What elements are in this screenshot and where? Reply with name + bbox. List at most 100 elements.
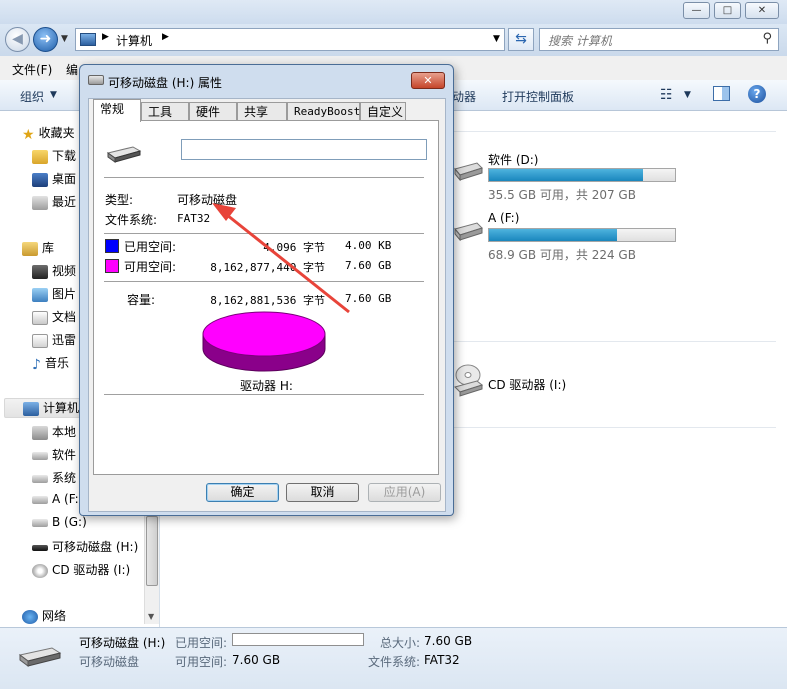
drive-f-item[interactable]: A (F:) 68.9 GB 可用，共 224 GB: [453, 211, 713, 262]
menu-edit[interactable]: 编: [66, 61, 78, 78]
drive-d-usage-bar: [488, 168, 676, 182]
separator: [104, 281, 424, 282]
drive-icon: [32, 451, 48, 460]
tab-sharing[interactable]: 共享: [237, 102, 287, 121]
nav-a-drive[interactable]: A (F:: [32, 492, 79, 512]
documents-icon: [32, 310, 48, 325]
capacity-size: 7.60 GB: [345, 292, 392, 305]
nav-pictures[interactable]: 图片: [32, 285, 76, 305]
nav-software-drive[interactable]: 软件: [32, 446, 76, 466]
minimize-button[interactable]: —: [683, 2, 710, 19]
nav-pictures-label: 图片: [52, 287, 77, 301]
nav-music-label: 音乐: [44, 356, 69, 370]
nav-xunlei[interactable]: 迅雷: [32, 331, 76, 351]
nav-removable-drive[interactable]: 可移动磁盘 (H:): [32, 538, 138, 558]
details-fs-value: FAT32: [424, 653, 460, 667]
organize-button[interactable]: 组织: [20, 88, 44, 105]
nav-network[interactable]: 网络: [22, 607, 66, 627]
tab-general[interactable]: 常规: [93, 99, 141, 122]
drives-button[interactable]: 动器: [452, 88, 476, 105]
nav-software-label: 软件: [52, 448, 77, 462]
close-button[interactable]: ✕: [745, 2, 779, 19]
free-space-bytes: 8,162,877,440 字节: [210, 261, 325, 274]
video-icon: [32, 264, 48, 279]
drive-icon: [32, 518, 48, 527]
used-space-swatch: [105, 239, 119, 253]
view-options-icon[interactable]: ☷: [660, 87, 673, 103]
nav-local-disk[interactable]: 本地: [32, 423, 76, 443]
history-dropdown-icon[interactable]: ▼: [61, 34, 68, 44]
nav-desktop[interactable]: 桌面: [32, 170, 76, 190]
drive-d-usage-fill: [489, 169, 644, 181]
tab-customize[interactable]: 自定义: [360, 102, 406, 121]
drive-d-item[interactable]: 软件 (D:) 35.5 GB 可用，共 207 GB: [453, 151, 713, 202]
nav-b-drive[interactable]: B (G:): [32, 515, 87, 535]
details-total-value: 7.60 GB: [424, 634, 473, 648]
removable-drive-icon: [106, 145, 142, 165]
address-dropdown-icon[interactable]: ▼: [493, 34, 500, 44]
downloads-folder-icon: [32, 149, 48, 164]
nav-scroll-thumb[interactable]: [146, 516, 158, 586]
ok-button[interactable]: 确定: [206, 483, 279, 502]
breadcrumb-chevron-icon[interactable]: ▶: [162, 32, 169, 42]
volume-label-input[interactable]: [181, 139, 427, 160]
drive-f-usage-fill: [489, 229, 618, 241]
apply-button[interactable]: 应用(A): [368, 483, 441, 502]
details-used-label: 已用空间:: [175, 636, 228, 650]
network-icon: [22, 609, 38, 624]
nav-libraries[interactable]: 库: [22, 239, 54, 259]
dialog-close-button[interactable]: ✕: [411, 72, 445, 89]
nav-cd-drive[interactable]: CD 驱动器 (I:): [32, 561, 130, 581]
nav-documents[interactable]: 文档: [32, 308, 76, 328]
hard-drive-icon: [453, 219, 483, 242]
cancel-button[interactable]: 取消: [286, 483, 359, 502]
tab-readyboost[interactable]: ReadyBoost: [287, 102, 360, 121]
nav-downloads[interactable]: 下载: [32, 147, 76, 167]
view-dropdown-icon[interactable]: ▼: [684, 90, 691, 100]
address-bar[interactable]: ▶ 计算机 ▶ ▼: [75, 28, 505, 51]
drive-d-free: 35.5 GB 可用，共 207 GB: [488, 188, 636, 202]
menu-file[interactable]: 文件(F): [12, 61, 52, 78]
nav-local-label: 本地: [52, 425, 77, 439]
drive-i-item[interactable]: CD 驱动器 (I:): [453, 364, 653, 407]
dialog-body: 常规 工具 硬件 共享 ReadyBoost 自定义 类型: 可移动磁盘 文件系…: [88, 98, 446, 512]
forward-button[interactable]: ➜: [33, 27, 58, 52]
filesystem-value: FAT32: [177, 212, 211, 225]
breadcrumb-separator-icon: ▶: [102, 32, 109, 42]
tab-tools[interactable]: 工具: [141, 102, 189, 121]
scroll-down-icon[interactable]: ▼: [148, 612, 154, 621]
cd-drive-icon: [32, 563, 48, 578]
search-icon: ⚲: [762, 31, 772, 46]
back-arrow-icon: ◀: [12, 31, 23, 47]
preview-pane-icon[interactable]: [713, 86, 730, 101]
nav-videos-label: 视频: [52, 264, 77, 278]
nav-favorites[interactable]: ★ 收藏夹: [22, 124, 75, 144]
pictures-icon: [32, 287, 48, 302]
computer-icon: [23, 401, 39, 416]
search-placeholder: 搜索 计算机: [548, 34, 612, 48]
help-icon[interactable]: ?: [748, 85, 766, 103]
refresh-button[interactable]: ⇆: [508, 28, 534, 51]
breadcrumb-computer[interactable]: 计算机: [116, 32, 152, 49]
nav-b-drive-label: B (G:): [52, 515, 87, 529]
details-total-label: 总大小:: [380, 636, 421, 650]
control-panel-button[interactable]: 打开控制面板: [502, 88, 574, 105]
capacity-bytes: 8,162,881,536 字节: [210, 294, 325, 307]
xunlei-icon: [32, 333, 48, 348]
free-space-swatch: [105, 259, 119, 273]
back-button[interactable]: ◀: [5, 27, 30, 52]
used-space-bytes: 4,096 字节: [263, 241, 325, 254]
windows-drive-icon: [32, 425, 48, 440]
nav-videos[interactable]: 视频: [32, 262, 76, 282]
nav-recent[interactable]: 最近: [32, 193, 76, 213]
properties-dialog: 可移动磁盘 (H:) 属性 ✕ 常规 工具 硬件 共享 ReadyBoost 自…: [79, 64, 454, 516]
details-fs-label: 文件系统:: [368, 655, 421, 669]
search-input[interactable]: 搜索 计算机 ⚲: [539, 28, 779, 51]
content-scrollbar[interactable]: [777, 111, 787, 627]
drive-f-free: 68.9 GB 可用，共 224 GB: [488, 248, 636, 262]
nav-system-drive[interactable]: 系统: [32, 469, 76, 489]
pie-free-slice: [202, 311, 326, 357]
tab-hardware[interactable]: 硬件: [189, 102, 237, 121]
maximize-button[interactable]: □: [714, 2, 741, 19]
nav-music[interactable]: ♪ 音乐: [32, 354, 69, 374]
